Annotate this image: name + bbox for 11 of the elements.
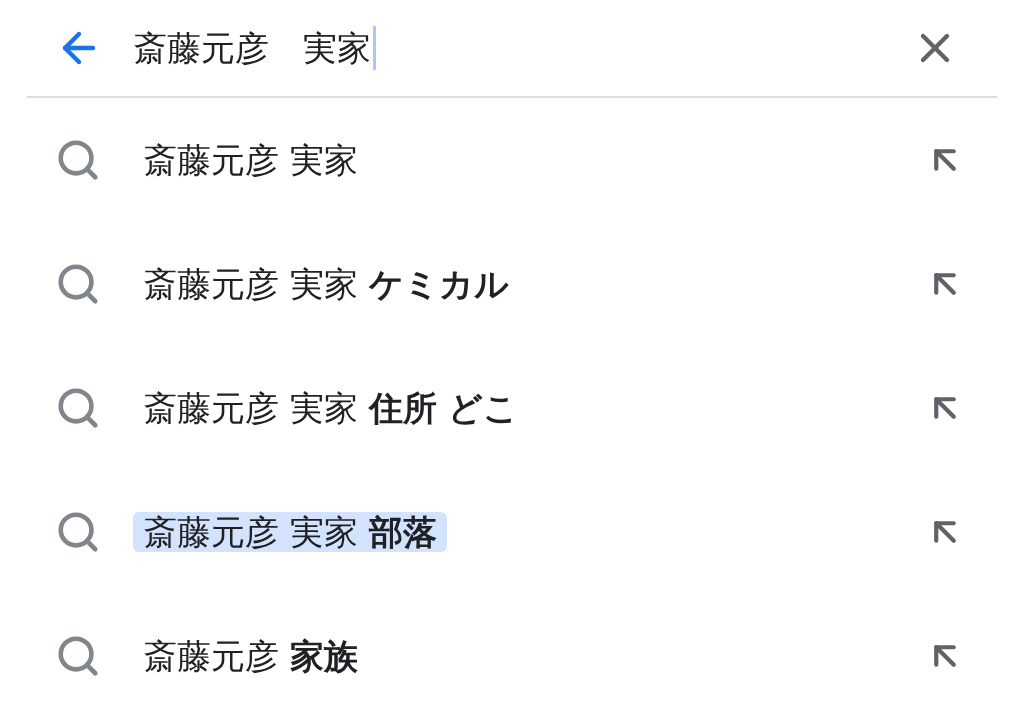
suggestion-item[interactable]: 斎藤元彦 実家 部落 (133, 512, 447, 552)
search-icon (55, 633, 101, 679)
suggestion-item[interactable]: 斎藤元彦 家族 (133, 636, 368, 676)
search-icon (55, 385, 101, 431)
search-icon (55, 137, 101, 183)
search-icon (55, 261, 101, 307)
suggestion-item[interactable]: 斎藤元彦 実家 ケミカル (133, 264, 519, 304)
suggestion-item[interactable]: 斎藤元彦 実家 (133, 140, 368, 180)
search-field[interactable]: 斎藤元彦 実家 (133, 26, 376, 70)
suggestion-item[interactable]: 斎藤元彦 実家 住所 どこ (133, 388, 529, 428)
search-icon (55, 509, 101, 555)
